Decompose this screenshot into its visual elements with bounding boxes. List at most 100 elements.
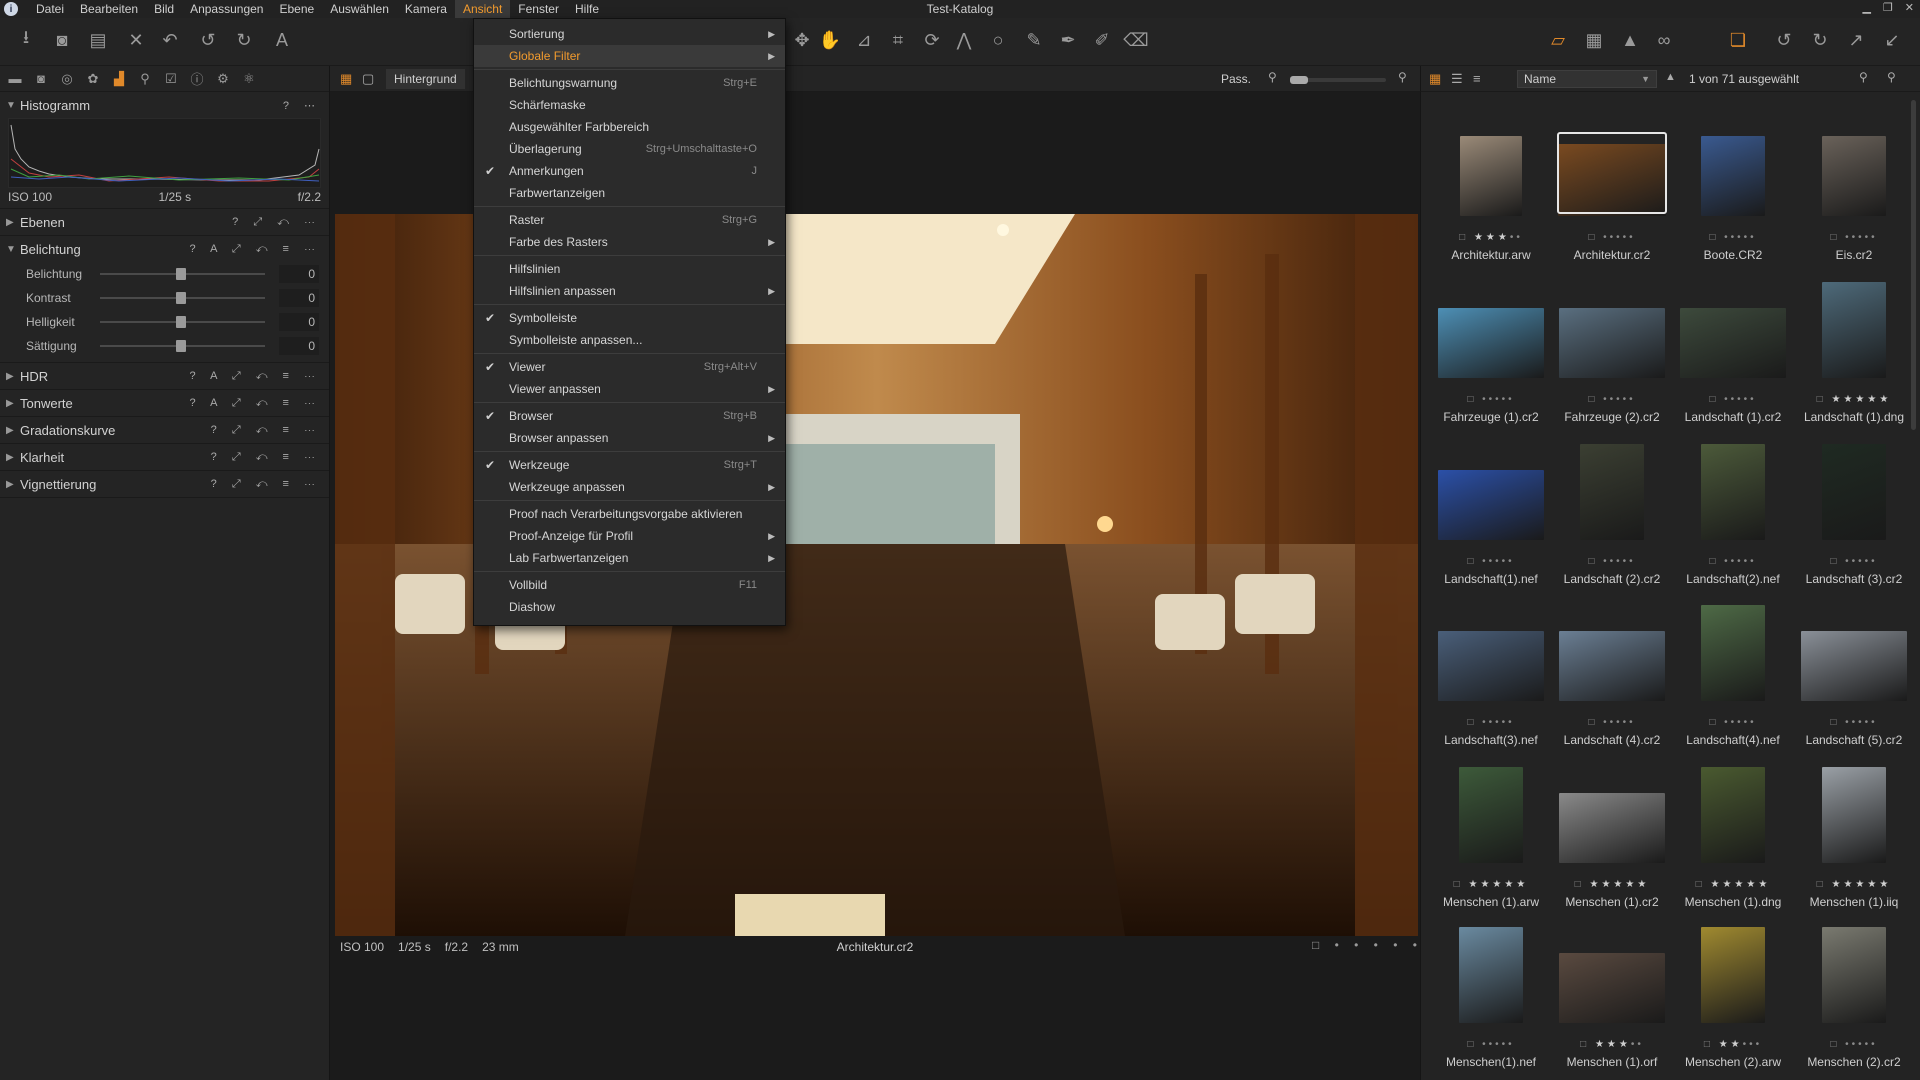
thumbnail-image[interactable]: [1680, 308, 1786, 378]
slider-track[interactable]: [100, 340, 265, 352]
browser-scrollbar[interactable]: [1911, 100, 1916, 430]
import-icon[interactable]: ⭳: [14, 27, 38, 52]
thumbnail-rating[interactable]: □ ★★★★★: [1553, 879, 1671, 890]
circle-tool-icon[interactable]: ○: [986, 28, 1010, 52]
thumbnail[interactable]: □ ••••• Eis.cr2: [1795, 108, 1913, 268]
search-icon[interactable]: ⚲: [1887, 70, 1896, 84]
straighten-icon[interactable]: ⊿: [852, 28, 876, 52]
slider-knob[interactable]: [176, 316, 186, 328]
thumbnail-rating[interactable]: □ •••••: [1553, 232, 1671, 243]
text-tool-icon[interactable]: A: [270, 28, 294, 52]
rotate-left-icon[interactable]: ↺: [1772, 28, 1796, 52]
thumbnail-rating[interactable]: □ •••••: [1795, 717, 1913, 728]
thumbnail[interactable]: □ ••••• Landschaft(2).nef: [1674, 432, 1792, 592]
menu-item[interactable]: Viewer anpassen ▶: [474, 378, 785, 400]
slider-value[interactable]: 0: [279, 313, 319, 331]
thumbnail-image[interactable]: [1459, 927, 1523, 1023]
menu-ebene[interactable]: Ebene: [271, 0, 322, 18]
thumbnail-image[interactable]: [1822, 767, 1886, 863]
menu-item[interactable]: Überlagerung Strg+Umschalttaste+O: [474, 138, 785, 160]
zoom-label[interactable]: Pass.: [1221, 72, 1251, 86]
thumbnail-rating[interactable]: □ ★★•••: [1674, 1039, 1792, 1050]
single-view-icon[interactable]: ▢: [362, 71, 374, 87]
menu-item[interactable]: Vollbild F11: [474, 574, 785, 596]
slider-knob[interactable]: [176, 340, 186, 352]
thumbnail-rating[interactable]: □ ★★★★★: [1795, 879, 1913, 890]
thumbnail[interactable]: □ ••••• Landschaft(3).nef: [1432, 593, 1550, 753]
filter-icon[interactable]: ⚲: [1859, 70, 1868, 84]
thumbnail-rating[interactable]: □ ★★★★★: [1674, 879, 1792, 890]
thumbnail[interactable]: □ ★★★•• Architektur.arw: [1432, 108, 1550, 268]
thumbnail[interactable]: □ ★★••• Menschen (2).arw: [1674, 915, 1792, 1075]
thumbnail[interactable]: □ ••••• Boote.CR2: [1674, 108, 1792, 268]
menu-item[interactable]: Diashow: [474, 596, 785, 618]
tonwerte-header[interactable]: ▶ Tonwerte ? A ⤢ ↶ ≡ ⋯: [0, 390, 329, 416]
adjust-tab-icon[interactable]: ☑: [160, 68, 182, 90]
thumbnail-rating[interactable]: □ •••••: [1674, 717, 1792, 728]
menu-item[interactable]: ✔ Symbolleiste: [474, 307, 785, 329]
reset-icon[interactable]: ↶: [158, 28, 182, 52]
section-controls[interactable]: ? ⤢ ↶ ≡ ⋯: [211, 451, 321, 464]
thumbnail-image[interactable]: [1559, 793, 1665, 863]
thumbnail-image[interactable]: [1438, 470, 1544, 540]
section-controls[interactable]: ? A ⤢ ↶ ≡ ⋯: [190, 370, 322, 383]
sort-direction-icon[interactable]: ▲: [1665, 71, 1676, 83]
thumbnail-rating[interactable]: □ •••••: [1432, 717, 1550, 728]
layers-icon[interactable]: ❏: [1726, 28, 1750, 52]
thumbnail-rating[interactable]: □ •••••: [1432, 394, 1550, 405]
thumbnail[interactable]: □ ••••• Menschen(1).nef: [1432, 915, 1550, 1075]
section-controls[interactable]: ? ⤢ ↶ ⋯: [232, 216, 321, 229]
collapse-icon[interactable]: ↙: [1880, 28, 1904, 52]
slider-value[interactable]: 0: [279, 289, 319, 307]
thumbnail[interactable]: □ ••••• Landschaft (2).cr2: [1553, 432, 1671, 592]
menu-item[interactable]: Globale Filter ▶: [474, 45, 785, 67]
thumbnail-image[interactable]: [1460, 136, 1522, 216]
menu-fenster[interactable]: Fenster: [510, 0, 567, 18]
thumbnail-rating[interactable]: □ •••••: [1553, 394, 1671, 405]
undo-icon[interactable]: ↺: [196, 28, 220, 52]
section-controls[interactable]: ? ⤢ ↶ ≡ ⋯: [211, 424, 321, 437]
thumbnail[interactable]: □ ••••• Fahrzeuge (2).cr2: [1553, 270, 1671, 430]
menu-item[interactable]: Hilfslinien anpassen ▶: [474, 280, 785, 302]
thumbnail[interactable]: □ ••••• Architektur.cr2: [1553, 108, 1671, 268]
glasses-icon[interactable]: ∞: [1652, 28, 1676, 52]
thumbnail-image[interactable]: [1701, 927, 1765, 1023]
warning-icon[interactable]: ▲: [1618, 28, 1642, 52]
perspective-icon[interactable]: ⋀: [952, 28, 976, 52]
menu-item[interactable]: Lab Farbwertanzeigen ▶: [474, 547, 785, 569]
menu-ansicht[interactable]: Ansicht: [454, 0, 511, 18]
menu-item[interactable]: Werkzeuge anpassen ▶: [474, 476, 785, 498]
export-icon[interactable]: ▤: [86, 28, 110, 52]
thumbnail-rating[interactable]: □ •••••: [1553, 556, 1671, 567]
delete-icon[interactable]: ✕: [124, 28, 148, 52]
lens-tab-icon[interactable]: ◎: [56, 68, 78, 90]
settings-tab-icon[interactable]: ⚙: [212, 68, 234, 90]
thumbnail-image[interactable]: [1438, 631, 1544, 701]
menu-item[interactable]: Proof-Anzeige für Profil ▶: [474, 525, 785, 547]
thumbnail-image[interactable]: [1822, 444, 1886, 540]
camera-tab-icon[interactable]: ◙: [30, 68, 52, 90]
multi-view-icon[interactable]: ▦: [340, 71, 352, 87]
menu-item[interactable]: Sortierung ▶: [474, 23, 785, 45]
section-controls[interactable]: ? A ⤢ ↶ ≡ ⋯: [190, 243, 322, 256]
thumbnail[interactable]: □ ••••• Landschaft(1).nef: [1432, 432, 1550, 592]
menu-anpassungen[interactable]: Anpassungen: [182, 0, 271, 18]
menu-item[interactable]: ✔ Browser Strg+B: [474, 405, 785, 427]
details-view-icon[interactable]: ≡: [1473, 71, 1481, 86]
grid-view-icon[interactable]: ▦: [1429, 71, 1441, 87]
thumbnail-image[interactable]: [1822, 927, 1886, 1023]
redo-icon[interactable]: ↻: [232, 28, 256, 52]
eraser-icon[interactable]: ⌫: [1123, 28, 1148, 52]
slider-value[interactable]: 0: [279, 265, 319, 283]
thumbnail-image[interactable]: [1559, 308, 1665, 378]
slider-track[interactable]: [100, 292, 265, 304]
hand-tool-icon[interactable]: ✋: [818, 28, 842, 52]
details-tab-icon[interactable]: ⚲: [134, 68, 156, 90]
vignettierung-header[interactable]: ▶ Vignettierung ? ⤢ ↶ ≡ ⋯: [0, 471, 329, 497]
menu-item[interactable]: Raster Strg+G: [474, 209, 785, 231]
batch-tab-icon[interactable]: ⚛: [238, 68, 260, 90]
menu-bearbeiten[interactable]: Bearbeiten: [72, 0, 146, 18]
zoom-slider-knob[interactable]: [1290, 76, 1308, 84]
thumbnail[interactable]: □ ••••• Menschen (2).cr2: [1795, 915, 1913, 1075]
thumbnail-image[interactable]: [1801, 631, 1907, 701]
